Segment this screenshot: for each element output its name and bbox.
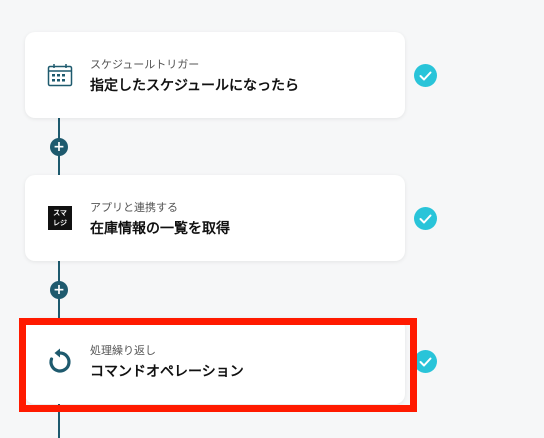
smaregi-logo-icon: スマレジ bbox=[46, 204, 74, 232]
calendar-icon bbox=[46, 61, 74, 89]
flow-step-card-app-integration[interactable]: スマレジ アプリと連携する 在庫情報の一覧を取得 bbox=[25, 175, 405, 261]
flow-step-card-schedule-trigger[interactable]: スケジュールトリガー 指定したスケジュールになったら bbox=[25, 32, 405, 118]
step-title: コマンドオペレーション bbox=[90, 364, 244, 380]
step-title: 指定したスケジュールになったら bbox=[90, 78, 300, 94]
add-step-button[interactable]: + bbox=[50, 138, 68, 156]
step-subtitle: 処理繰り返し bbox=[90, 344, 156, 357]
step-subtitle: アプリと連携する bbox=[90, 201, 178, 214]
check-icon bbox=[414, 64, 437, 87]
step-text: アプリと連携する 在庫情報の一覧を取得 bbox=[90, 201, 230, 238]
step-subtitle: スケジュールトリガー bbox=[90, 58, 200, 71]
check-icon bbox=[414, 207, 437, 230]
step-text: スケジュールトリガー 指定したスケジュールになったら bbox=[90, 58, 299, 95]
step-title: 在庫情報の一覧を取得 bbox=[90, 221, 230, 237]
step-text: 処理繰り返し コマンドオペレーション bbox=[90, 344, 244, 381]
loop-icon bbox=[46, 347, 74, 375]
flow-step-card-loop[interactable]: 処理繰り返し コマンドオペレーション bbox=[25, 318, 405, 404]
flow-connector-line bbox=[58, 404, 60, 438]
add-step-button[interactable]: + bbox=[50, 281, 68, 299]
smaregi-logo: スマレジ bbox=[48, 206, 72, 230]
check-icon bbox=[414, 350, 437, 373]
